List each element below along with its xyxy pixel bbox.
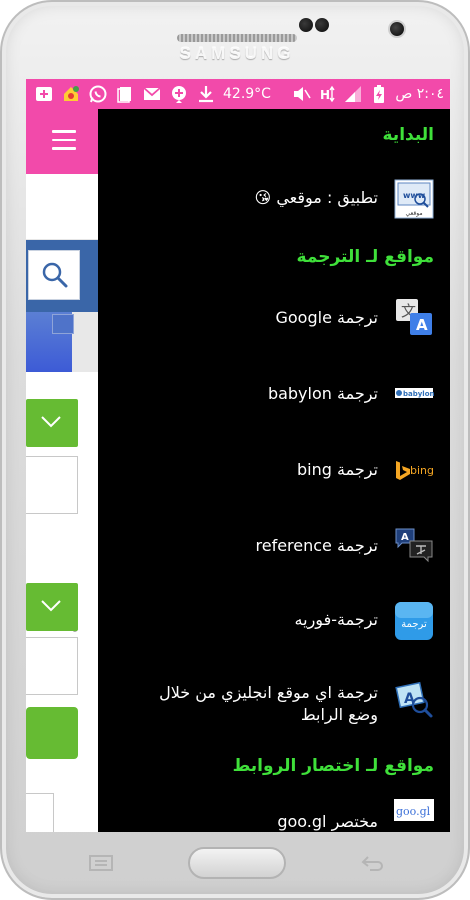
phone-frame: SAMSUNG 42.9°C H ٢:٠٤ ص البداية www موقع… bbox=[0, 0, 470, 900]
drawer-item-label: ترجمة Google bbox=[275, 308, 378, 327]
svg-text:goo.gl: goo.gl bbox=[396, 805, 431, 818]
menu-key-icon bbox=[89, 855, 113, 871]
signal-icon bbox=[343, 84, 363, 104]
temperature-readout: 42.9°C bbox=[223, 86, 271, 102]
drawer-item-label: مختصر goo.gl bbox=[277, 812, 378, 831]
dropdown-button-1[interactable] bbox=[26, 399, 78, 447]
svg-text:bing: bing bbox=[410, 464, 434, 477]
download-icon bbox=[196, 84, 216, 104]
battery-charging-icon bbox=[369, 84, 389, 104]
dropdown-button-2[interactable] bbox=[26, 583, 78, 631]
front-camera bbox=[390, 22, 404, 36]
section-title-start: البداية bbox=[382, 125, 435, 145]
website-app-icon: www موقعي bbox=[394, 179, 434, 219]
babylon-icon: babylon bbox=[394, 373, 434, 413]
location-icon bbox=[169, 84, 189, 104]
search-button[interactable] bbox=[28, 250, 80, 300]
background-app: emaining bbox=[26, 109, 98, 832]
chevron-down-icon bbox=[41, 416, 61, 428]
chevron-down-icon bbox=[41, 600, 61, 612]
menu-key[interactable] bbox=[88, 854, 114, 872]
light-sensor bbox=[315, 18, 329, 32]
input-box-3[interactable] bbox=[26, 793, 54, 832]
proximity-sensor bbox=[299, 18, 313, 32]
svg-text:babylon: babylon bbox=[403, 390, 434, 398]
drawer-item-label: ترجمة reference bbox=[255, 536, 379, 555]
hamburger-menu-icon[interactable] bbox=[52, 130, 76, 150]
plus-icon bbox=[34, 84, 54, 104]
drawer-item-label: ترجمة babylon bbox=[267, 384, 378, 403]
earpiece-speaker bbox=[177, 34, 297, 42]
input-box-1[interactable] bbox=[26, 456, 78, 514]
googl-icon: goo.gl bbox=[394, 791, 434, 831]
svg-text:A: A bbox=[401, 532, 409, 543]
screen: 42.9°C H ٢:٠٤ ص البداية www موقعي تطبيق … bbox=[26, 79, 450, 832]
home-button[interactable] bbox=[188, 847, 286, 879]
info-icon bbox=[52, 314, 74, 334]
drawer-item-reference[interactable]: A ترجمة reference bbox=[98, 507, 450, 567]
drawer-item-label: ترجمة-فوريه bbox=[294, 610, 378, 629]
status-bar-notifications: 42.9°C bbox=[34, 84, 271, 104]
bing-icon: bing bbox=[394, 449, 434, 489]
status-bar-system: H ٢:٠٤ ص bbox=[291, 84, 444, 104]
svg-text:A: A bbox=[416, 316, 428, 334]
search-icon bbox=[42, 262, 68, 288]
svg-text:موقعي: موقعي bbox=[405, 210, 422, 217]
status-time: ٢:٠٤ ص bbox=[395, 86, 444, 102]
drawer-item-bing[interactable]: bing ترجمة bing bbox=[98, 431, 450, 491]
input-box-2[interactable] bbox=[26, 637, 78, 695]
brand-logo: SAMSUNG bbox=[179, 44, 295, 63]
vibrate-icon: H bbox=[317, 84, 337, 104]
svg-text:H: H bbox=[320, 88, 330, 102]
translate-url-icon: A bbox=[394, 681, 434, 721]
drawer-item-googl[interactable]: goo.gl مختصر goo.gl bbox=[98, 785, 450, 832]
drawer-item-label: تطبيق : موقعي 😘 bbox=[254, 188, 378, 207]
submit-button[interactable] bbox=[26, 707, 78, 759]
drawer-item-my-site-app[interactable]: www موقعي تطبيق : موقعي 😘 bbox=[98, 161, 450, 221]
back-key[interactable] bbox=[360, 854, 386, 872]
files-icon bbox=[115, 84, 135, 104]
app-blank-row bbox=[26, 174, 98, 240]
section-title-url-shortener: مواقع لـ اختصار الروابط bbox=[232, 756, 434, 776]
mute-icon bbox=[291, 84, 312, 104]
google-translate-icon: 文 A bbox=[394, 297, 434, 337]
whatsapp-icon bbox=[88, 84, 108, 104]
drawer-item-label: ترجمة bing bbox=[297, 460, 378, 479]
svg-text:ترجمة: ترجمة bbox=[401, 619, 427, 630]
navigation-drawer: البداية www موقعي تطبيق : موقعي 😘 مواقع … bbox=[98, 109, 450, 832]
reference-translate-icon: A bbox=[394, 525, 434, 565]
drawer-item-babylon[interactable]: babylon ترجمة babylon bbox=[98, 355, 450, 415]
drawer-item-instant-translate[interactable]: ترجمة ترجمة-فوريه bbox=[98, 583, 450, 643]
home-badge-icon bbox=[61, 84, 81, 104]
drawer-item-label: ترجمة اي موقع انجليزي من خلال وضع الرابط bbox=[159, 683, 378, 724]
status-bar: 42.9°C H ٢:٠٤ ص bbox=[26, 79, 450, 109]
drawer-item-translate-url[interactable]: A ترجمة اي موقع انجليزي من خلال وضع الرا… bbox=[98, 659, 450, 729]
instant-translate-icon: ترجمة bbox=[394, 601, 434, 641]
section-title-translation: مواقع لـ الترجمة bbox=[296, 247, 434, 267]
back-arrow-icon bbox=[361, 856, 383, 871]
mail-icon bbox=[142, 84, 162, 104]
app-header bbox=[26, 109, 98, 174]
drawer-item-google-translate[interactable]: 文 A ترجمة Google bbox=[98, 279, 450, 339]
